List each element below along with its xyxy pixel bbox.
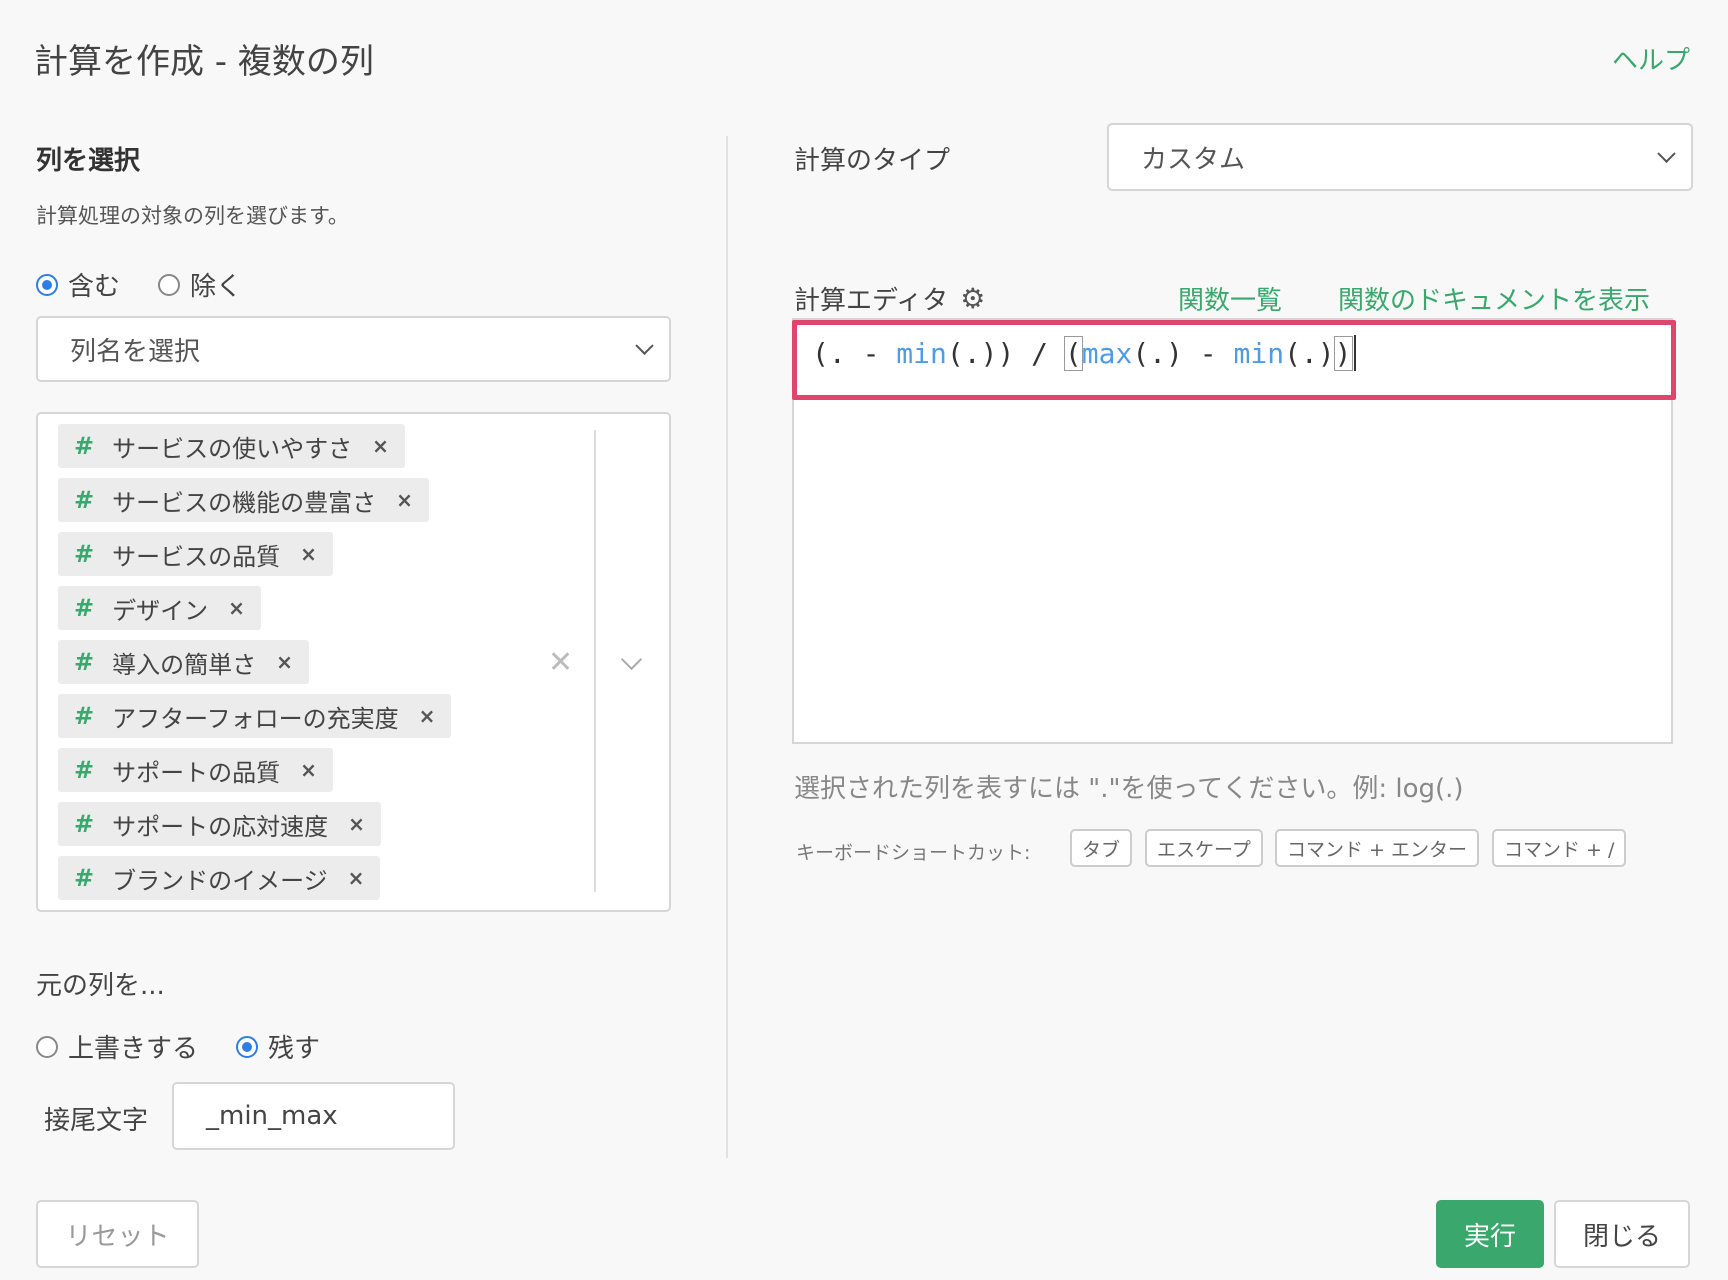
remove-tag-icon[interactable]: × bbox=[276, 650, 293, 674]
remove-tag-icon[interactable]: × bbox=[396, 488, 413, 512]
reset-button[interactable]: リセット bbox=[36, 1200, 199, 1268]
column-name-dropdown-placeholder: 列名を選択 bbox=[70, 336, 201, 367]
column-tag: # アフターフォローの充実度 × bbox=[58, 694, 452, 738]
expr-part: (.)) / bbox=[946, 336, 1065, 370]
remove-tag-icon[interactable]: × bbox=[419, 704, 436, 728]
numeric-column-icon: # bbox=[74, 648, 95, 676]
overwrite-label[interactable]: 上書きする bbox=[68, 1028, 198, 1065]
remove-tag-icon[interactable]: × bbox=[348, 812, 365, 836]
max-function: max bbox=[1081, 336, 1133, 370]
remove-tag-icon[interactable]: × bbox=[348, 866, 365, 890]
numeric-column-icon: # bbox=[74, 756, 95, 784]
numeric-column-icon: # bbox=[74, 540, 95, 568]
shortcut-cmd-slash: コマンド + / bbox=[1492, 829, 1627, 867]
expr-part: (.) - bbox=[1132, 336, 1234, 370]
column-tag: # サポートの応対速度 × bbox=[58, 802, 381, 846]
column-tag-label: ブランドのイメージ bbox=[112, 866, 328, 895]
original-column-title: 元の列を... bbox=[36, 971, 165, 1001]
original-column-group: 上書きする 残す bbox=[36, 1028, 320, 1065]
editor-header: 計算エディタ ⚙ bbox=[794, 280, 985, 317]
column-tag: # サポートの品質 × bbox=[58, 748, 333, 792]
numeric-column-icon: # bbox=[74, 864, 95, 892]
keep-label[interactable]: 残す bbox=[268, 1028, 320, 1065]
chevron-down-icon bbox=[635, 336, 654, 355]
column-tag-label: アフターフォローの充実度 bbox=[112, 704, 399, 733]
overwrite-radio[interactable] bbox=[36, 1035, 58, 1058]
column-tag-label: デザイン bbox=[112, 596, 209, 625]
suffix-label: 接尾文字 bbox=[44, 1106, 149, 1136]
include-radio[interactable] bbox=[36, 273, 58, 296]
column-tag-label: サービスの品質 bbox=[112, 542, 281, 571]
expr-part: (.) bbox=[1284, 336, 1335, 370]
column-tag: # デザイン × bbox=[58, 586, 261, 630]
shortcut-tab: タブ bbox=[1070, 829, 1133, 867]
column-tag: # ブランドのイメージ × bbox=[58, 856, 381, 900]
text-cursor bbox=[1353, 335, 1356, 371]
shortcut-escape: エスケープ bbox=[1145, 829, 1263, 867]
calc-expression[interactable]: (. - min (.)) / (max (.) - min (.)) bbox=[812, 335, 1356, 371]
function-docs-link[interactable]: 関数のドキュメントを表示 bbox=[1338, 280, 1650, 317]
tagbox-separator bbox=[594, 430, 596, 892]
chevron-down-icon bbox=[1657, 144, 1676, 163]
remove-tag-icon[interactable]: × bbox=[228, 596, 245, 620]
column-tag-label: 導入の簡単さ bbox=[112, 650, 257, 679]
remove-tag-icon[interactable]: × bbox=[300, 542, 317, 566]
include-label[interactable]: 含む bbox=[68, 266, 120, 303]
numeric-column-icon: # bbox=[74, 594, 95, 622]
matched-bracket: ) bbox=[1333, 335, 1353, 371]
calc-type-dropdown[interactable]: カスタム bbox=[1107, 123, 1693, 191]
column-select-description: 計算処理の対象の列を選びます。 bbox=[36, 204, 349, 228]
numeric-column-icon: # bbox=[74, 702, 95, 730]
editor-hint: 選択された列を表すには "."を使ってください。例: log(.) bbox=[794, 774, 1464, 804]
calc-type-label: 計算のタイプ bbox=[794, 146, 951, 176]
suffix-input[interactable]: _min_max bbox=[172, 1082, 455, 1150]
column-tag-label: サポートの応対速度 bbox=[112, 812, 329, 841]
dialog-title: 計算を作成 - 複数の列 bbox=[34, 42, 374, 82]
exclude-radio[interactable] bbox=[158, 273, 181, 296]
remove-tag-icon[interactable]: × bbox=[372, 434, 389, 458]
matched-bracket: ( bbox=[1063, 335, 1083, 371]
column-select-title: 列を選択 bbox=[36, 146, 141, 176]
min-function: min bbox=[896, 336, 947, 370]
help-link[interactable]: ヘルプ bbox=[1612, 40, 1690, 77]
expr-part: (. - bbox=[812, 336, 897, 370]
min-function: min bbox=[1233, 336, 1285, 370]
column-tag-label: サポートの品質 bbox=[112, 758, 281, 787]
shortcut-label: キーボードショートカット: bbox=[796, 842, 1031, 864]
column-tag: # サービスの品質 × bbox=[58, 532, 333, 576]
remove-tag-icon[interactable]: × bbox=[300, 758, 317, 782]
gear-icon[interactable]: ⚙ bbox=[960, 282, 985, 315]
editor-label: 計算エディタ bbox=[794, 286, 949, 316]
column-tag: # サービスの使いやすさ × bbox=[58, 424, 405, 468]
calc-type-value: カスタム bbox=[1141, 144, 1246, 175]
clear-all-icon[interactable]: ✕ bbox=[548, 645, 573, 680]
numeric-column-icon: # bbox=[74, 810, 95, 838]
shortcut-cmd-enter: コマンド + エンター bbox=[1275, 829, 1479, 867]
function-list-link[interactable]: 関数一覧 bbox=[1178, 280, 1282, 317]
exclude-label[interactable]: 除く bbox=[190, 266, 242, 303]
numeric-column-icon: # bbox=[74, 432, 95, 460]
numeric-column-icon: # bbox=[74, 486, 95, 514]
column-tag-label: サービスの機能の豊富さ bbox=[112, 488, 377, 517]
column-name-dropdown[interactable]: 列名を選択 bbox=[36, 316, 671, 382]
column-tag: # サービスの機能の豊富さ × bbox=[58, 478, 429, 522]
keep-radio[interactable] bbox=[236, 1035, 259, 1058]
run-button[interactable]: 実行 bbox=[1436, 1200, 1544, 1268]
column-tag-label: サービスの使いやすさ bbox=[112, 434, 353, 463]
include-exclude-group: 含む 除く bbox=[36, 266, 242, 303]
column-tag: # 導入の簡単さ × bbox=[58, 640, 309, 684]
pane-divider bbox=[726, 136, 728, 1158]
selected-columns-box[interactable]: # サービスの使いやすさ × # サービスの機能の豊富さ × # サービスの品質… bbox=[36, 412, 671, 912]
close-button[interactable]: 閉じる bbox=[1554, 1200, 1690, 1268]
